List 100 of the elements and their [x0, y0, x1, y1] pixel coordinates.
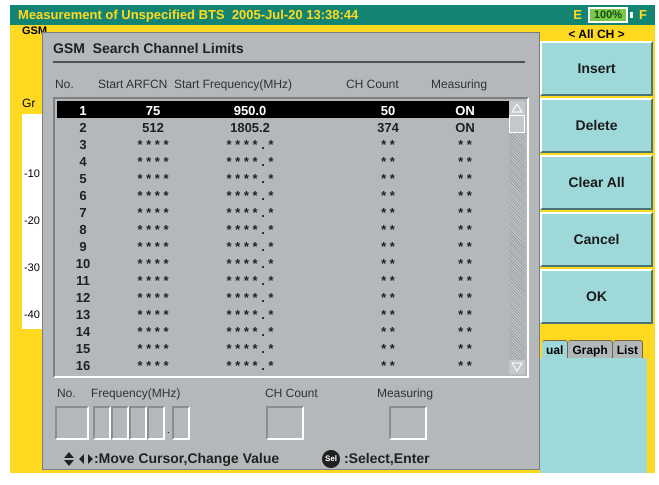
table-cell-text: * * * *	[136, 340, 170, 358]
input-field[interactable]	[55, 406, 89, 440]
table-cell-text: 374	[376, 118, 400, 137]
table-cell-text: * * * * . *	[226, 170, 274, 188]
table-row[interactable]: 14 * * * * * * * * . * * * * *	[57, 322, 509, 339]
table-cell-text: * * * *	[136, 288, 170, 307]
table-cell-text: * * * * . *	[226, 204, 274, 222]
table-cell-text: * * * * . *	[226, 322, 274, 341]
axis-label: -20	[24, 216, 41, 227]
table-cell-text: * * * * . *	[226, 136, 274, 154]
table-cell-text: 13	[74, 306, 92, 324]
table-cell-text: * *	[380, 322, 396, 341]
input-field[interactable]	[172, 406, 190, 440]
dialog-title: GSM Search Channel Limits	[53, 40, 244, 56]
help-text: :Move Cursor,Change Value	[94, 449, 280, 468]
column-header: Start Frequency(MHz)	[174, 76, 294, 93]
table-cell-text: 16	[74, 356, 92, 375]
battery-indicator: 100%	[588, 7, 628, 23]
table-row[interactable]: 4 * * * * * * * * . * * * * *	[57, 152, 509, 169]
table-row[interactable]: 5 * * * * * * * * . * * * * *	[57, 168, 509, 186]
scroll-up-icon[interactable]	[509, 100, 525, 115]
input-field[interactable]	[266, 406, 304, 440]
table-cell-text: 1	[78, 102, 88, 120]
field-label: Measuring	[377, 385, 434, 400]
column-header: No.	[54, 76, 75, 93]
table-row[interactable]: 15 * * * * * * * * . * * * * *	[57, 338, 509, 356]
scroll-down-icon[interactable]	[509, 360, 525, 374]
table-cell-text: 14	[74, 322, 92, 341]
table-cell-text: * *	[457, 186, 473, 205]
table-cell-text: * *	[457, 152, 473, 171]
softkey-button[interactable]: Clear All	[540, 155, 653, 210]
table-cell-text: * *	[380, 356, 396, 375]
table-cell-text: * *	[457, 220, 473, 239]
table-cell-text: * * * * . *	[226, 288, 274, 307]
table-row[interactable]: 12 * * * * * * * * . * * * * *	[57, 288, 509, 305]
softkey-button[interactable]: Delete	[540, 98, 653, 153]
table-cell-text: 7	[78, 204, 88, 222]
select-key-icon: Sel	[322, 450, 340, 468]
table-cell-text: 11	[75, 272, 91, 290]
table-row[interactable]: 10 * * * * * * * * . * * * * *	[57, 254, 509, 271]
table-cell-text: * *	[380, 272, 396, 290]
table-cell-text: * *	[457, 272, 473, 290]
input-field[interactable]	[129, 406, 147, 440]
axis-label: -30	[24, 263, 41, 274]
table-cell-text: * * * *	[136, 220, 170, 239]
table-cell-text: * *	[380, 340, 396, 358]
table-cell-text: 4	[78, 152, 88, 171]
table-row[interactable]: 2 512 1805.2 374 ON	[57, 118, 509, 135]
table-cell-text: * *	[457, 254, 473, 273]
channel-filter-label: < All CH >	[567, 26, 626, 41]
table-row[interactable]: 6 * * * * * * * * . * * * * *	[57, 186, 509, 203]
view-tab[interactable]: Graph	[568, 340, 613, 358]
table-cell-text: * * * * . *	[226, 238, 274, 256]
table-cell-text: * * * *	[136, 136, 170, 154]
table-cell-text: * * * * . *	[226, 340, 274, 358]
table-row[interactable]: 8 * * * * * * * * . * * * * *	[57, 220, 509, 237]
softkey-button[interactable]: Cancel	[540, 212, 653, 267]
table-cell-text: 512	[141, 118, 165, 137]
table-row[interactable]: 11 * * * * * * * * . * * * * *	[57, 270, 509, 288]
table-cell-text: 3	[78, 136, 88, 154]
view-tab[interactable]: ual	[542, 340, 568, 358]
table-cell-text: * *	[457, 238, 473, 256]
table-cell-text: * * * *	[136, 272, 170, 290]
table-cell-text: 6	[78, 186, 88, 205]
column-header: CH Count	[346, 76, 400, 93]
scroll-thumb[interactable]	[509, 114, 525, 133]
table-cell-text: 950.0	[232, 102, 268, 120]
table-cell-text: * * * *	[136, 322, 170, 341]
table-cell-text: * *	[457, 340, 473, 358]
table-cell-text: * *	[380, 288, 396, 307]
table-cell-text: 75	[144, 102, 162, 120]
table-cell-text: * *	[457, 288, 473, 307]
softkey-button[interactable]: Insert	[540, 41, 653, 96]
input-field[interactable]	[388, 406, 427, 440]
table-row[interactable]: 1 75 950.0 50 ON	[57, 100, 509, 118]
table-cell-text: 1805.2	[229, 118, 271, 137]
table-row[interactable]: 3 * * * * * * * * . * * * * *	[57, 134, 509, 152]
table-row[interactable]: 13 * * * * * * * * . * * * * *	[57, 304, 509, 322]
column-header: Measuring	[431, 76, 488, 93]
table-row[interactable]: 16 * * * * * * * * . * * * * *	[57, 356, 509, 373]
view-tab[interactable]: List	[612, 340, 644, 358]
table-cell-text: * *	[380, 220, 396, 239]
table-cell-text: ON	[454, 102, 476, 120]
input-field[interactable]	[93, 406, 111, 440]
axis-label: -10	[24, 169, 41, 180]
field-label: CH Count	[265, 385, 319, 400]
input-field[interactable]	[111, 406, 129, 440]
help-text: :Select,Enter	[344, 449, 430, 468]
table-cell-text: * *	[380, 152, 396, 171]
scrollbar[interactable]	[509, 100, 525, 374]
table-row[interactable]: 7 * * * * * * * * . * * * * *	[57, 202, 509, 220]
left-right-arrows-icon	[78, 454, 94, 464]
input-field[interactable]	[147, 406, 165, 440]
softkey-button[interactable]: OK	[540, 269, 653, 324]
table-cell-text: * *	[457, 322, 473, 341]
table-cell-text: * * * *	[136, 356, 170, 375]
table-cell-text: * *	[380, 238, 396, 256]
table-cell-text: * * * *	[136, 186, 170, 205]
table-row[interactable]: 9 * * * * * * * * . * * * * *	[57, 236, 509, 254]
table-cell-text: * * * * . *	[226, 306, 274, 324]
